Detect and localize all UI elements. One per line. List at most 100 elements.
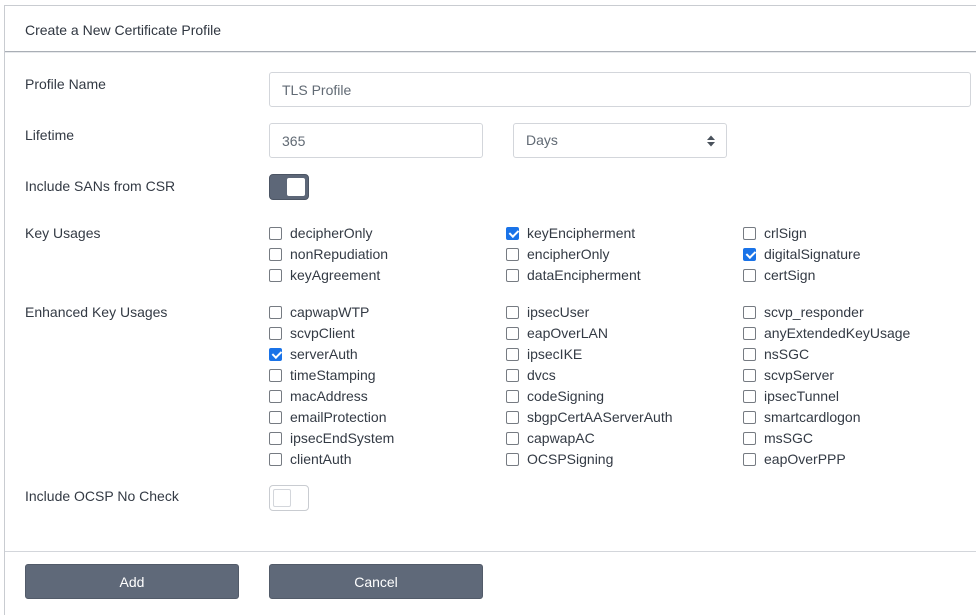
checkbox-unchecked[interactable]	[269, 368, 282, 382]
checkbox-label: sbgpCertAAServerAuth	[527, 409, 673, 425]
checkbox-item-macaddress[interactable]: macAddress	[269, 388, 506, 404]
checkbox-item-ipsecendsystem[interactable]: ipsecEndSystem	[269, 430, 506, 446]
checkbox-item-ocspsigning[interactable]: OCSPSigning	[506, 451, 743, 467]
checkbox-unchecked[interactable]	[269, 305, 282, 319]
checkbox-item-nssgc[interactable]: nsSGC	[743, 346, 976, 362]
checkbox-item-sbgpcertaaserverauth[interactable]: sbgpCertAAServerAuth	[506, 409, 743, 425]
checkbox-label: encipherOnly	[527, 246, 610, 262]
checkbox-unchecked[interactable]	[269, 431, 282, 445]
checkbox-item-certsign[interactable]: certSign	[743, 267, 976, 283]
checkbox-label: keyAgreement	[290, 267, 381, 283]
checkbox-unchecked[interactable]	[743, 268, 756, 282]
checkbox-unchecked[interactable]	[269, 326, 282, 340]
include-sans-toggle[interactable]	[269, 174, 309, 200]
checkbox-unchecked[interactable]	[506, 389, 519, 403]
lifetime-input[interactable]	[269, 123, 483, 158]
checkbox-item-emailprotection[interactable]: emailProtection	[269, 409, 506, 425]
add-button[interactable]: Add	[25, 564, 239, 599]
checkbox-item-mssgc[interactable]: msSGC	[743, 430, 976, 446]
checkbox-item-serverauth[interactable]: serverAuth	[269, 346, 506, 362]
checkbox-item-capwapac[interactable]: capwapAC	[506, 430, 743, 446]
checkbox-label: ipsecUser	[527, 304, 590, 320]
checkbox-unchecked[interactable]	[506, 326, 519, 340]
ocsp-no-check-label: Include OCSP No Check	[25, 488, 179, 504]
checkbox-unchecked[interactable]	[506, 268, 519, 282]
checkbox-unchecked[interactable]	[743, 452, 756, 466]
checkbox-unchecked[interactable]	[269, 410, 282, 424]
checkbox-unchecked[interactable]	[743, 431, 756, 445]
checkbox-item-ipsecike[interactable]: ipsecIKE	[506, 346, 743, 362]
checkbox-item-decipheronly[interactable]: decipherOnly	[269, 225, 506, 241]
checkbox-unchecked[interactable]	[743, 410, 756, 424]
checkbox-label: serverAuth	[290, 346, 358, 362]
enhanced-key-usages-grid: capwapWTP ipsecUser scvp_responder scvpClie…	[269, 304, 976, 467]
checkbox-item-scvp-responder[interactable]: scvp_responder	[743, 304, 976, 320]
checkbox-unchecked[interactable]	[506, 305, 519, 319]
checkbox-item-encipheronly[interactable]: encipherOnly	[506, 246, 743, 262]
checkbox-label: timeStamping	[290, 367, 376, 383]
checkbox-unchecked[interactable]	[743, 347, 756, 361]
cancel-button[interactable]: Cancel	[269, 564, 483, 599]
checkbox-label: emailProtection	[290, 409, 387, 425]
checkbox-item-eapoverppp[interactable]: eapOverPPP	[743, 451, 976, 467]
checkbox-item-ipsecuser[interactable]: ipsecUser	[506, 304, 743, 320]
checkbox-label: digitalSignature	[764, 246, 861, 262]
certificate-profile-panel: Create a New Certificate Profile Profile…	[4, 5, 976, 615]
checkbox-checked[interactable]	[743, 247, 756, 261]
checkbox-unchecked[interactable]	[269, 268, 282, 282]
checkbox-label: capwapAC	[527, 430, 595, 446]
checkbox-checked[interactable]	[269, 347, 282, 361]
checkbox-item-keyencipherment[interactable]: keyEncipherment	[506, 225, 743, 241]
checkbox-item-clientauth[interactable]: clientAuth	[269, 451, 506, 467]
checkbox-unchecked[interactable]	[506, 410, 519, 424]
checkbox-item-codesigning[interactable]: codeSigning	[506, 388, 743, 404]
checkbox-unchecked[interactable]	[269, 452, 282, 466]
checkbox-label: anyExtendedKeyUsage	[764, 325, 911, 341]
include-sans-label: Include SANs from CSR	[25, 178, 176, 194]
checkbox-label: ipsecTunnel	[764, 388, 839, 404]
checkbox-unchecked[interactable]	[743, 226, 756, 240]
checkbox-item-ipsectunnel[interactable]: ipsecTunnel	[743, 388, 976, 404]
checkbox-item-scvpserver[interactable]: scvpServer	[743, 367, 976, 383]
checkbox-label: certSign	[764, 267, 816, 283]
checkbox-item-digitalsignature[interactable]: digitalSignature	[743, 246, 976, 262]
checkbox-label: eapOverPPP	[764, 451, 846, 467]
checkbox-item-crlsign[interactable]: crlSign	[743, 225, 976, 241]
checkbox-checked[interactable]	[506, 226, 519, 240]
checkbox-label: dataEncipherment	[527, 267, 641, 283]
checkbox-item-dvcs[interactable]: dvcs	[506, 367, 743, 383]
toggle-knob	[287, 178, 305, 196]
checkbox-item-nonrepudiation[interactable]: nonRepudiation	[269, 246, 506, 262]
panel-header: Create a New Certificate Profile	[5, 6, 976, 52]
checkbox-item-keyagreement[interactable]: keyAgreement	[269, 267, 506, 283]
select-arrows-icon	[707, 135, 715, 147]
checkbox-unchecked[interactable]	[743, 368, 756, 382]
lifetime-unit-select[interactable]: Days	[513, 123, 727, 158]
checkbox-label: scvpServer	[764, 367, 835, 383]
checkbox-item-scvpclient[interactable]: scvpClient	[269, 325, 506, 341]
checkbox-unchecked[interactable]	[506, 368, 519, 382]
checkbox-unchecked[interactable]	[506, 452, 519, 466]
checkbox-label: nsSGC	[764, 346, 810, 362]
checkbox-unchecked[interactable]	[743, 305, 756, 319]
checkbox-item-anyextendedkeyusage[interactable]: anyExtendedKeyUsage	[743, 325, 976, 341]
checkbox-label: decipherOnly	[290, 225, 373, 241]
checkbox-item-dataencipherment[interactable]: dataEncipherment	[506, 267, 743, 283]
key-usages-label: Key Usages	[25, 225, 101, 241]
checkbox-unchecked[interactable]	[269, 247, 282, 261]
checkbox-label: clientAuth	[290, 451, 352, 467]
checkbox-unchecked[interactable]	[506, 247, 519, 261]
checkbox-label: msSGC	[764, 430, 813, 446]
checkbox-item-smartcardlogon[interactable]: smartcardlogon	[743, 409, 976, 425]
checkbox-unchecked[interactable]	[743, 389, 756, 403]
ocsp-no-check-toggle[interactable]	[269, 485, 309, 511]
checkbox-unchecked[interactable]	[506, 431, 519, 445]
checkbox-item-timestamping[interactable]: timeStamping	[269, 367, 506, 383]
checkbox-unchecked[interactable]	[269, 226, 282, 240]
checkbox-unchecked[interactable]	[269, 389, 282, 403]
profile-name-input[interactable]	[269, 72, 971, 107]
checkbox-item-eapoverlan[interactable]: eapOverLAN	[506, 325, 743, 341]
checkbox-unchecked[interactable]	[506, 347, 519, 361]
checkbox-item-capwapwtp[interactable]: capwapWTP	[269, 304, 506, 320]
checkbox-unchecked[interactable]	[743, 326, 756, 340]
